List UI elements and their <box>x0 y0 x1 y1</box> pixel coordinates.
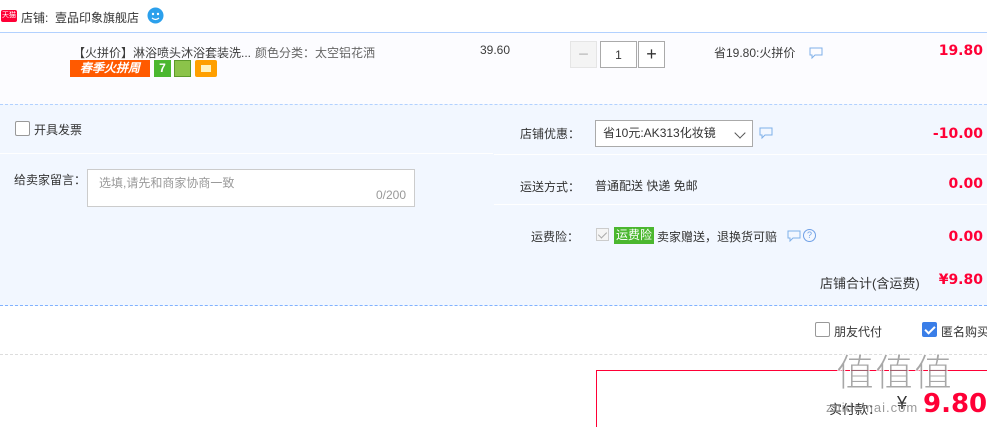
shipping-method: 普通配送 快递 免邮 <box>595 179 698 193</box>
invoice-row: 开具发票 <box>0 105 493 154</box>
order-right-panel: 店铺优惠： 省10元:AK313化妆镜 -10.00 运送方式： 0.00 普通… <box>494 105 987 255</box>
order-left-panel: 开具发票 给卖家留言： 选填,请先和商家协商一致 0/200 <box>0 105 493 255</box>
seven-day-return-icon[interactable]: 7 <box>154 60 171 77</box>
comment-icon[interactable] <box>787 230 801 242</box>
coupon-label: 店铺优惠： <box>520 127 581 141</box>
quantity-decrease-button[interactable]: − <box>570 41 597 68</box>
shop-name-link[interactable]: 壹品印象旗舰店 <box>55 9 139 26</box>
watermark-logo: 值值值 <box>835 351 954 396</box>
anonymous-label: 匿名购买 <box>941 325 987 339</box>
item-sku: 颜色分类：太空铝花洒 <box>255 46 376 60</box>
shop-label: 店铺: <box>21 11 49 25</box>
credit-card-icon[interactable] <box>195 60 217 77</box>
insurance-amount: 0.00 <box>948 229 983 245</box>
site-watermark: 值值值 zhidemai.com <box>826 342 987 427</box>
insurance-text: 卖家赠送，退换货可赔 <box>657 230 778 244</box>
item-subtotal: 19.80 <box>938 43 983 59</box>
invoice-checkbox[interactable] <box>15 121 30 136</box>
shop-header: 天猫 店铺: 壹品印象旗舰店 <box>0 0 987 32</box>
shipping-amount: 0.00 <box>948 176 983 192</box>
shop-total-row: 店铺合计(含运费) ¥9.80 <box>0 255 987 306</box>
spring-sale-tag[interactable]: 春季火拼周 <box>70 60 150 77</box>
guarantee-icon[interactable] <box>174 60 191 77</box>
shop-total-amount: ¥9.80 <box>938 272 983 288</box>
coupon-select[interactable]: 省10元:AK313化妆镜 <box>595 120 753 147</box>
quantity-input[interactable] <box>600 41 637 68</box>
help-icon[interactable]: ? <box>803 229 816 242</box>
shipping-row: 运送方式： 0.00 <box>494 155 987 205</box>
order-item-row: 【火拼价】淋浴喷头沐浴套装洗... 颜色分类：太空铝花洒 春季火拼周 7 39.… <box>0 32 987 104</box>
unit-price: 39.60 <box>480 43 511 57</box>
friend-pay-label: 朋友代付 <box>834 325 883 339</box>
quantity-increase-button[interactable]: + <box>638 41 665 68</box>
shop-total-label: 店铺合计(含运费) <box>820 276 920 291</box>
coupon-row: 店铺优惠： 省10元:AK313化妆镜 -10.00 <box>494 105 987 155</box>
insurance-checkbox <box>596 228 609 241</box>
coupon-amount: -10.00 <box>932 126 983 142</box>
tmall-badge-icon: 天猫 <box>1 10 17 22</box>
watermark-site: zhidemai.com <box>826 400 919 415</box>
message-label: 给卖家留言： <box>14 173 87 187</box>
insurance-label: 运费险： <box>531 230 580 244</box>
message-placeholder: 选填,请先和商家协商一致 <box>99 176 235 190</box>
item-title-link[interactable]: 【火拼价】淋浴喷头沐浴套装洗... <box>73 44 251 61</box>
wangwang-chat-icon[interactable] <box>147 7 164 24</box>
shipping-label: 运送方式： <box>520 180 581 194</box>
friend-pay-checkbox[interactable] <box>815 322 830 337</box>
item-discount: 省19.80:火拼价 <box>714 46 796 60</box>
insurance-tag: 运费险 <box>614 227 655 244</box>
invoice-label: 开具发票 <box>34 123 83 137</box>
comment-icon[interactable] <box>809 47 823 59</box>
chevron-down-icon <box>734 127 746 139</box>
seller-message-input[interactable]: 选填,请先和商家协商一致 0/200 <box>87 169 415 207</box>
order-options-panel: 开具发票 给卖家留言： 选填,请先和商家协商一致 0/200 店铺优惠： 省10… <box>0 104 987 306</box>
comment-icon[interactable] <box>759 127 773 139</box>
message-char-counter: 0/200 <box>375 188 406 202</box>
coupon-selected-value: 省10元:AK313化妆镜 <box>603 126 716 140</box>
anonymous-checkbox[interactable] <box>922 322 937 337</box>
